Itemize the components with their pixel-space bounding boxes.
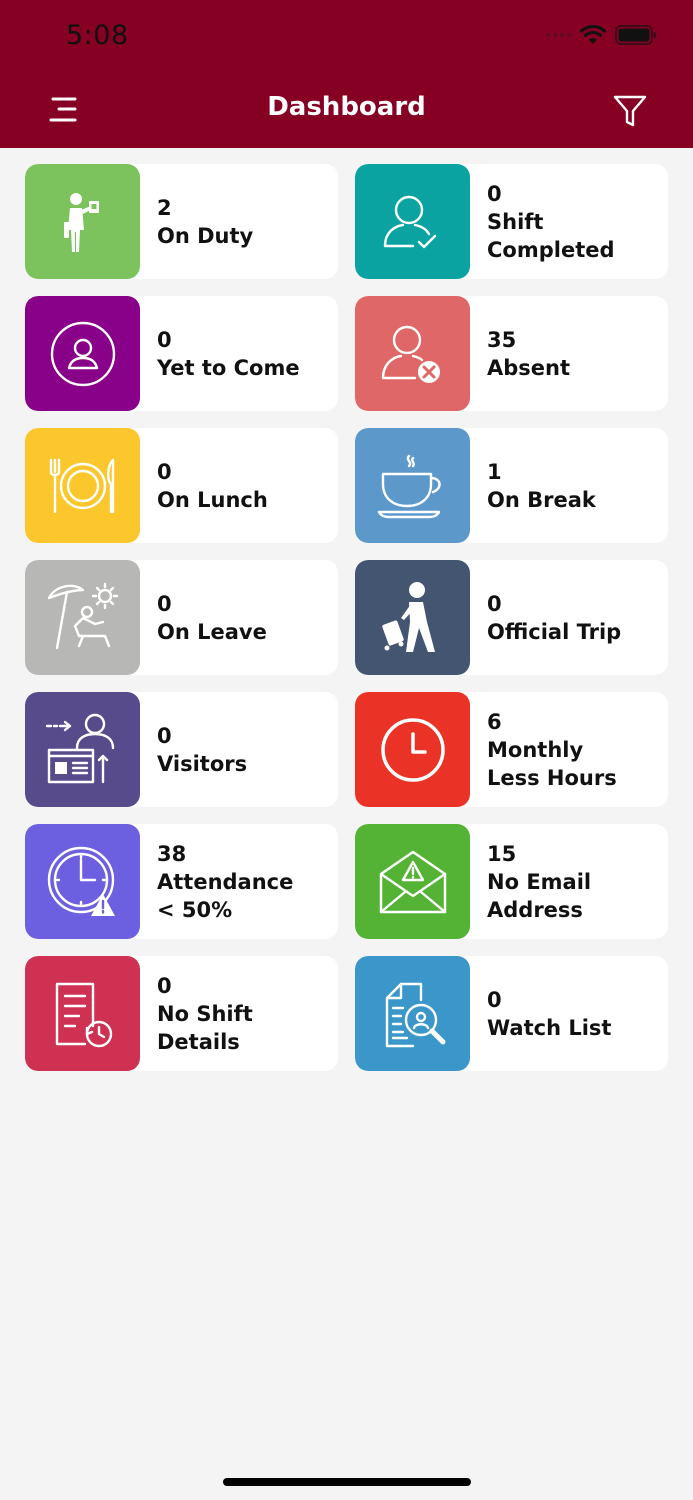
- visitor-desk-icon: [25, 692, 140, 807]
- card-count: 38: [157, 841, 187, 866]
- dashboard-grid: 2 On Duty 0 Shift Completed 0 Yet to Com…: [25, 164, 668, 1071]
- card-count: 35: [487, 327, 517, 352]
- card-count: 0: [157, 591, 172, 616]
- home-indicator[interactable]: [223, 1478, 471, 1486]
- card-watch-list[interactable]: 0 Watch List: [355, 956, 668, 1071]
- duty-person-icon: [25, 164, 140, 279]
- user-x-icon: [355, 296, 470, 411]
- card-yet-to-come[interactable]: 0 Yet to Come: [25, 296, 338, 411]
- traveler-icon: [355, 560, 470, 675]
- card-count: 15: [487, 841, 517, 866]
- document-search-icon: [355, 956, 470, 1071]
- beach-chair-icon: [25, 560, 140, 675]
- card-label-line2: Address: [487, 897, 583, 922]
- card-label: Visitors: [157, 751, 248, 776]
- page-title: Dashboard: [267, 92, 426, 122]
- card-label: On Duty: [157, 223, 254, 248]
- card-count: 0: [487, 987, 502, 1012]
- card-monthly-less-hours[interactable]: 6 Monthly Less Hours: [355, 692, 668, 807]
- card-official-trip[interactable]: 0 Official Trip: [355, 560, 668, 675]
- card-label: Shift: [487, 209, 544, 234]
- card-label: No Shift Details: [157, 1001, 253, 1054]
- signal-icon: [546, 33, 571, 37]
- card-label-line2: Less Hours: [487, 765, 617, 790]
- card-label-line2: < 50%: [157, 897, 233, 922]
- user-circle-icon: [25, 296, 140, 411]
- card-label: On Break: [487, 487, 596, 512]
- clock-icon: [355, 692, 470, 807]
- card-label: Official Trip: [487, 619, 622, 644]
- card-visitors[interactable]: 0 Visitors: [25, 692, 338, 807]
- card-on-leave[interactable]: 0 On Leave: [25, 560, 338, 675]
- card-label: Watch List: [487, 1015, 612, 1040]
- card-count: 0: [487, 181, 502, 206]
- card-count: 2: [157, 195, 172, 220]
- card-on-duty[interactable]: 2 On Duty: [25, 164, 338, 279]
- card-label: On Lunch: [157, 487, 268, 512]
- filter-icon[interactable]: [612, 93, 648, 129]
- document-history-icon: [25, 956, 140, 1071]
- card-count: 0: [157, 973, 172, 998]
- clock-warning-icon: [25, 824, 140, 939]
- app-header: 5:08 Dashboard: [0, 0, 693, 148]
- card-count: 0: [157, 723, 172, 748]
- card-label: No Email: [487, 869, 592, 894]
- card-count: 0: [157, 459, 172, 484]
- card-on-break[interactable]: 1 On Break: [355, 428, 668, 543]
- card-no-email[interactable]: 15 No Email Address: [355, 824, 668, 939]
- card-absent[interactable]: 35 Absent: [355, 296, 668, 411]
- card-label: Attendance: [157, 869, 294, 894]
- battery-icon: [615, 25, 657, 45]
- coffee-cup-icon: [355, 428, 470, 543]
- card-label: Yet to Come: [157, 355, 300, 380]
- card-attendance-low[interactable]: 38 Attendance < 50%: [25, 824, 338, 939]
- status-time: 5:08: [66, 20, 129, 51]
- user-check-icon: [355, 164, 470, 279]
- card-label: On Leave: [157, 619, 267, 644]
- card-shift-completed[interactable]: 0 Shift Completed: [355, 164, 668, 279]
- card-count: 0: [487, 591, 502, 616]
- card-count: 0: [157, 327, 172, 352]
- plate-cutlery-icon: [25, 428, 140, 543]
- wifi-icon: [579, 24, 607, 46]
- status-icons: [546, 24, 657, 46]
- card-label: Absent: [487, 355, 571, 380]
- envelope-warning-icon: [355, 824, 470, 939]
- card-on-lunch[interactable]: 0 On Lunch: [25, 428, 338, 543]
- card-label: Monthly: [487, 737, 584, 762]
- card-no-shift-details[interactable]: 0 No Shift Details: [25, 956, 338, 1071]
- card-label-line2: Completed: [487, 237, 615, 262]
- card-count: 1: [487, 459, 502, 484]
- card-count: 6: [487, 709, 502, 734]
